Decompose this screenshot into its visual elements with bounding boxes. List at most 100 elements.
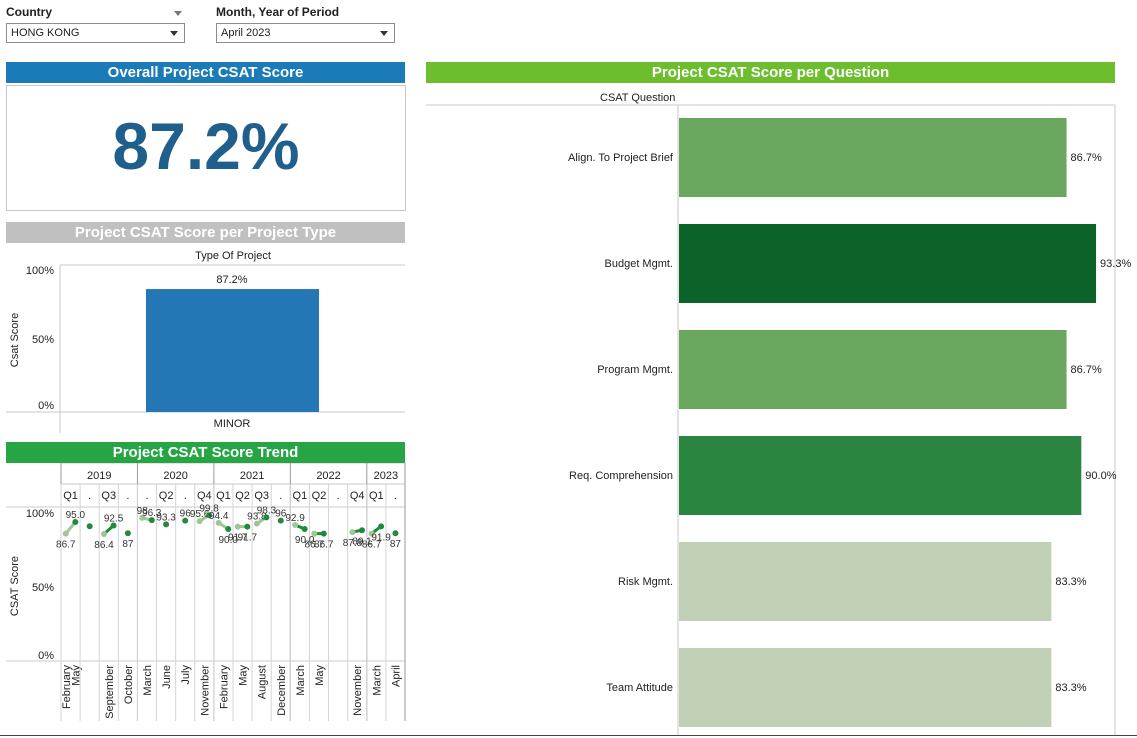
quarter-label: Q1 <box>293 490 308 502</box>
question-bar[interactable] <box>679 118 1067 197</box>
question-label: Align. To Project Brief <box>568 152 674 164</box>
trend-point[interactable] <box>244 523 251 530</box>
question-label: Budget Mgmt. <box>605 258 673 270</box>
month-label: September <box>104 665 116 719</box>
trend-point[interactable] <box>392 530 399 537</box>
y-tick-label: 0% <box>38 650 54 662</box>
y-tick-label: 100% <box>26 508 54 520</box>
year-label: 2022 <box>316 470 340 482</box>
year-label: 2019 <box>87 470 111 482</box>
question-bar[interactable] <box>679 224 1097 303</box>
trend-point[interactable] <box>101 531 107 538</box>
period-select-value: April 2023 <box>221 27 271 39</box>
month-label: May <box>238 665 250 686</box>
trend-ylabel: CSAT Score <box>9 556 21 616</box>
trend-point-label: 91.7 <box>238 533 258 544</box>
project-type-ylabel: Csat Score <box>9 313 21 367</box>
quarter-label: . <box>145 490 148 502</box>
month-label: May <box>314 665 326 686</box>
question-value-label: 86.7% <box>1071 152 1102 164</box>
question-label: Program Mgmt. <box>597 364 673 376</box>
trend-title: Project CSAT Score Trend <box>6 442 405 463</box>
question-header: CSAT Question <box>600 92 675 104</box>
question-value-label: 86.7% <box>1071 364 1102 376</box>
country-select[interactable]: HONG KONG <box>6 23 185 43</box>
question-label: Team Attitude <box>606 682 673 694</box>
trend-point[interactable] <box>301 526 308 532</box>
month-label: April <box>390 665 402 687</box>
month-label: March <box>295 665 307 696</box>
trend-point-label: 94.4 <box>209 511 229 522</box>
y-tick-label: 50% <box>32 582 54 594</box>
quarter-label: Q2 <box>159 490 174 502</box>
trend-point-label: 92.5 <box>104 514 124 525</box>
month-label: February <box>218 665 230 710</box>
month-label: October <box>123 665 135 704</box>
quarter-label: . <box>184 490 187 502</box>
trend-point[interactable] <box>359 527 365 534</box>
project-type-header: Type Of Project <box>195 250 271 262</box>
project-type-title: Project CSAT Score per Project Type <box>6 222 405 243</box>
trend-point-label: 87 <box>390 539 402 550</box>
question-value-label: 90.0% <box>1085 470 1116 482</box>
y-tick-label: 100% <box>26 265 54 277</box>
period-filter-label: Month, Year of Period <box>216 5 340 19</box>
question-bar[interactable] <box>679 330 1067 409</box>
overall-score-card: 87.2% <box>6 85 406 211</box>
trend-point[interactable] <box>311 530 318 537</box>
quarter-label: Q2 <box>235 490 250 502</box>
trend-chart: CSAT Score 100% 50% 0% 2019 2020 2021 2022 2… <box>6 463 406 721</box>
quarter-label: . <box>126 490 129 502</box>
trend-point-label: 86.7 <box>56 540 76 551</box>
trend-point-label: 93.3 <box>156 512 176 523</box>
quarter-label: Q4 <box>350 490 365 502</box>
question-bar[interactable] <box>679 436 1082 515</box>
trend-point[interactable] <box>62 530 69 537</box>
question-bar[interactable] <box>679 542 1052 621</box>
trend-point-label: 92.9 <box>285 513 305 524</box>
question-label: Req. Comprehension <box>569 470 673 482</box>
trend-point[interactable] <box>320 530 327 537</box>
overall-score-title: Overall Project CSAT Score <box>6 62 405 83</box>
trend-point-label: 95.0 <box>66 510 86 521</box>
year-label: 2023 <box>374 470 398 482</box>
overall-score-value: 87.2% <box>112 109 300 183</box>
quarter-label: Q1 <box>216 490 231 502</box>
period-select[interactable]: April 2023 <box>216 23 395 43</box>
trend-point[interactable] <box>378 523 385 530</box>
bar-value-label: 87.2% <box>216 274 247 286</box>
month-label: March <box>371 665 383 696</box>
trend-point[interactable] <box>234 523 241 530</box>
quarter-label: . <box>279 490 282 502</box>
quarter-label: Q4 <box>197 490 212 502</box>
month-label: June <box>161 665 173 689</box>
question-value-label: 83.3% <box>1055 576 1086 588</box>
divider <box>0 735 1137 736</box>
year-label: 2020 <box>163 470 187 482</box>
question-value-label: 83.3% <box>1055 682 1086 694</box>
project-type-chart: Type Of Project Csat Score 100% 50% 0% 8… <box>6 250 405 433</box>
trend-point-label: 98.3 <box>257 505 277 516</box>
country-filter-label: Country <box>6 5 52 19</box>
year-label: 2021 <box>240 470 264 482</box>
month-label: August <box>257 665 269 699</box>
chevron-down-icon <box>170 31 178 36</box>
question-label: Risk Mgmt. <box>618 576 673 588</box>
trend-point[interactable] <box>86 523 93 530</box>
filter-menu-icon[interactable] <box>174 11 182 16</box>
month-label: November <box>352 665 364 716</box>
y-tick-label: 0% <box>38 400 54 412</box>
trend-point-label: 86.4 <box>94 540 114 551</box>
trend-point[interactable] <box>124 530 131 537</box>
trend-point[interactable] <box>349 529 356 536</box>
y-tick-label: 50% <box>32 334 54 346</box>
trend-point[interactable] <box>225 526 232 532</box>
quarter-label: Q1 <box>63 490 78 502</box>
quarter-label: Q3 <box>101 490 116 502</box>
question-chart-title: Project CSAT Score per Question <box>426 62 1115 83</box>
question-bar[interactable] <box>679 648 1052 727</box>
question-value-label: 93.3% <box>1100 258 1131 270</box>
quarter-label: . <box>88 490 91 502</box>
chart-bar-minor[interactable] <box>146 289 319 412</box>
month-label: March <box>142 665 154 696</box>
